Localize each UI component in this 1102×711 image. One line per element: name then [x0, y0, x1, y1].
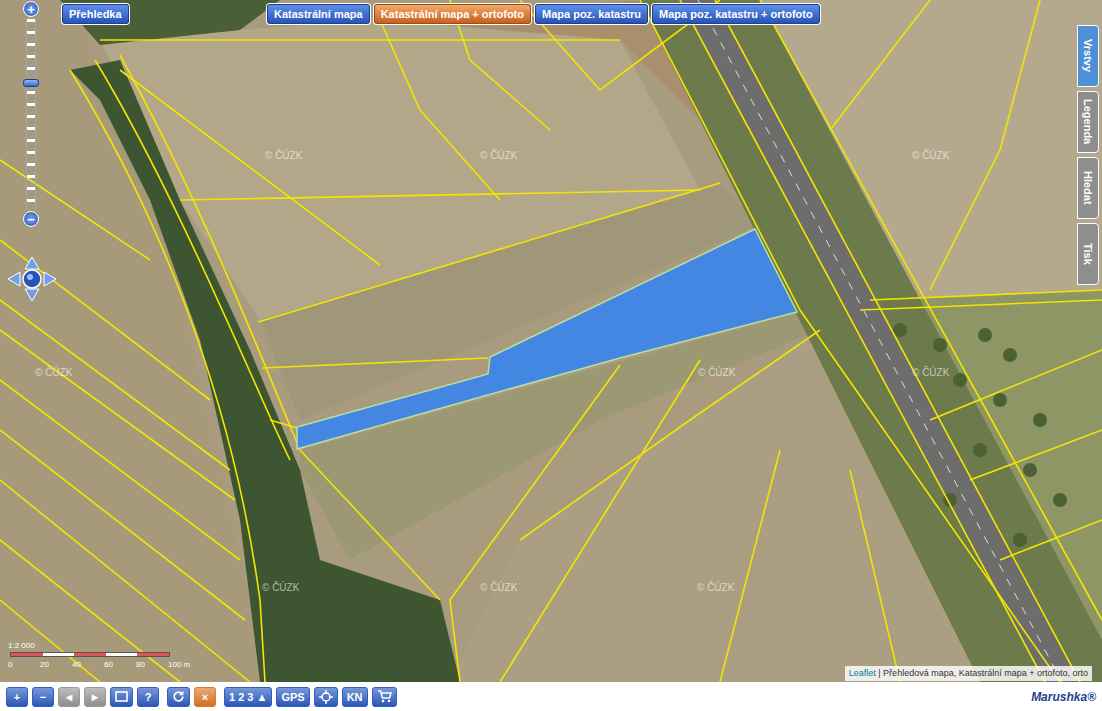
- orthophoto-map[interactable]: [0, 0, 1102, 682]
- toolbar-button[interactable]: −: [32, 687, 54, 707]
- zoom-out-button[interactable]: −: [23, 211, 39, 227]
- side-tab[interactable]: Vrstvy: [1077, 25, 1099, 87]
- layer-button[interactable]: Mapa poz. katastru: [535, 4, 648, 24]
- scale-bar: 1:2 000 0 20 40 60 80 100 m: [8, 640, 188, 676]
- app: © ČÚZK © ČÚZK © ČÚZK © ČÚZK © ČÚZK © ČÚZK © ČÚ…: [0, 0, 1102, 711]
- toolbar-button[interactable]: ?: [137, 687, 159, 707]
- toolbar-button[interactable]: 1 2 3 ▲: [224, 687, 272, 707]
- layer-button[interactable]: Mapa poz. katastru + ortofoto: [652, 4, 820, 24]
- watermark: © ČÚZK: [480, 580, 517, 595]
- scale-tick: 0: [8, 659, 12, 671]
- rectangle-icon: [115, 691, 128, 702]
- attribution: Leaflet | Přehledová mapa, Katastrální m…: [845, 666, 1092, 682]
- refresh-icon: [172, 690, 185, 703]
- watermark: © ČÚZK: [35, 365, 72, 380]
- scale-bar-track: [10, 652, 170, 657]
- toolbar-button[interactable]: ×: [194, 687, 216, 707]
- zoom-box-button[interactable]: [110, 687, 133, 707]
- layer-button[interactable]: Katastrální mapa + ortofoto: [374, 4, 531, 24]
- layer-button[interactable]: Katastrální mapa: [267, 4, 370, 24]
- side-tab[interactable]: Tisk: [1077, 223, 1099, 285]
- scale-segment: [74, 653, 106, 656]
- toolbar-group: +−◄►?: [6, 687, 159, 707]
- pan-control-icon[interactable]: [6, 255, 58, 303]
- scale-tick: 60: [104, 659, 113, 671]
- toolbar-button[interactable]: ◄: [58, 687, 80, 707]
- watermark: © ČÚZK: [912, 148, 949, 163]
- scale-ratio: 1:2 000: [8, 640, 35, 652]
- watermark: © ČÚZK: [697, 580, 734, 595]
- zoom-slider-knob[interactable]: [23, 79, 39, 87]
- attribution-text: | Přehledová mapa, Katastrální mapa + or…: [878, 668, 1088, 678]
- toolbar-button[interactable]: KN: [342, 687, 368, 707]
- scale-segment: [106, 653, 138, 656]
- watermark: © ČÚZK: [698, 365, 735, 380]
- side-tabs: Vrstvy Legenda Hledat Tisk: [1077, 25, 1099, 285]
- leaflet-link[interactable]: Leaflet: [849, 668, 876, 678]
- scale-segment: [43, 653, 75, 656]
- overview-button[interactable]: Přehledka: [62, 4, 129, 24]
- scale-segment: [137, 653, 169, 656]
- toolbar: +−◄►? × 1 2 3 ▲GPS KN Marushka®: [0, 682, 1102, 711]
- toolbar-button[interactable]: +: [6, 687, 28, 707]
- scale-tick: 40: [72, 659, 81, 671]
- target-icon: [319, 690, 333, 704]
- side-tab[interactable]: Legenda: [1077, 91, 1099, 153]
- watermark: © ČÚZK: [480, 148, 517, 163]
- cart-button[interactable]: [372, 687, 397, 707]
- locate-button[interactable]: [314, 687, 338, 707]
- map[interactable]: © ČÚZK © ČÚZK © ČÚZK © ČÚZK © ČÚZK © ČÚZK © ČÚ…: [0, 0, 1102, 682]
- zoom-in-button[interactable]: +: [23, 1, 39, 17]
- selected-parcel[interactable]: [297, 229, 797, 449]
- toolbar-group: ×: [167, 687, 216, 707]
- scale-tick: 20: [40, 659, 49, 671]
- layer-switcher: Katastrální mapaKatastrální mapa + ortof…: [267, 4, 820, 24]
- toolbar-button[interactable]: GPS: [276, 687, 309, 707]
- scale-tick: 100 m: [168, 659, 190, 671]
- scale-tick: 80: [136, 659, 145, 671]
- cart-icon: [377, 690, 392, 703]
- watermark: © ČÚZK: [265, 148, 302, 163]
- scale-segment: [11, 653, 43, 656]
- side-tab[interactable]: Hledat: [1077, 157, 1099, 219]
- watermark: © ČÚZK: [262, 580, 299, 595]
- refresh-button[interactable]: [167, 687, 190, 707]
- toolbar-button[interactable]: ►: [84, 687, 106, 707]
- zoom-control: +−: [20, 1, 42, 227]
- zoom-slider[interactable]: [26, 19, 36, 209]
- watermark: © ČÚZK: [912, 365, 949, 380]
- marushka-logo: Marushka®: [1031, 690, 1096, 704]
- toolbar-group: 1 2 3 ▲GPS KN: [224, 687, 397, 707]
